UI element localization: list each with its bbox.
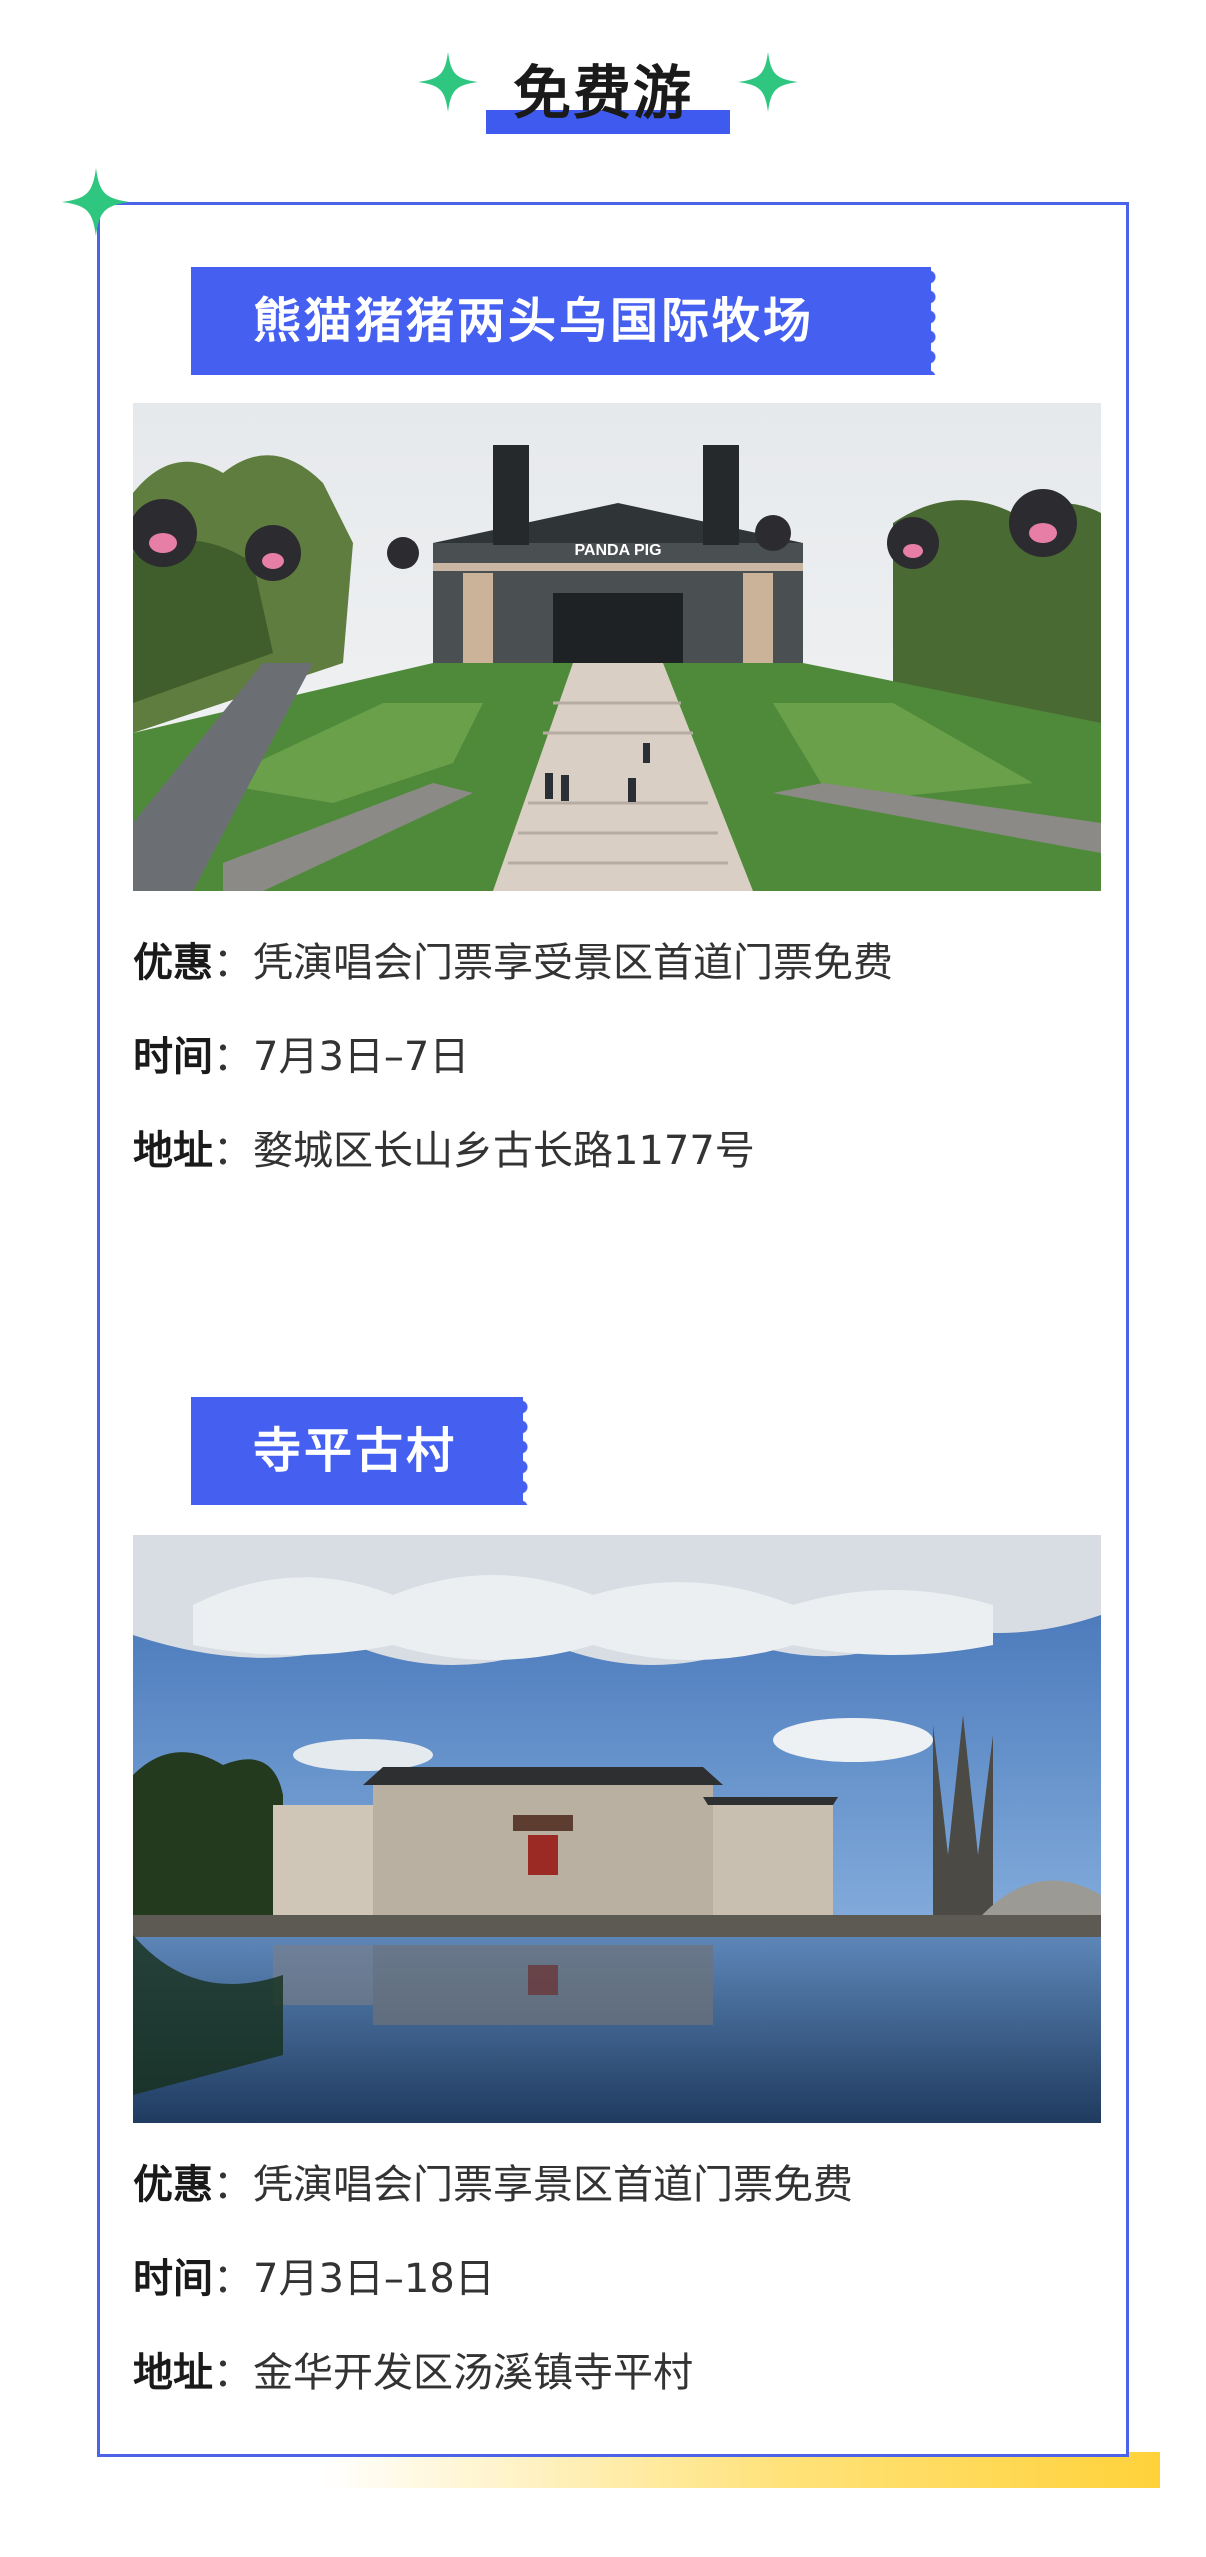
address-label: 地址 [133,1128,213,1174]
card-shadow [320,2452,1160,2488]
separator: ： [213,2350,253,2396]
time-label: 时间 [133,2256,213,2302]
address-value: 金华开发区汤溪镇寺平村 [253,2350,693,2396]
time-row: 时间：7月3日–18日 [133,2249,495,2309]
sparkle-icon [62,168,130,236]
time-value: 7月3日–7日 [253,1034,470,1080]
separator: ： [213,940,253,986]
page-title: 免费游 [512,59,693,127]
section-title-banner: 寺平古村 [191,1397,537,1505]
address-value: 婺城区长山乡古长路1177号 [253,1128,755,1174]
offer-label: 优惠 [133,940,213,986]
time-row: 时间：7月3日–7日 [133,1027,469,1087]
time-value: 7月3日–18日 [253,2256,495,2302]
offer-label: 优惠 [133,2162,213,2208]
section-title-banner: 熊猫猪猪两头乌国际牧场 [191,267,945,375]
separator: ： [213,2256,253,2302]
separator: ： [213,1128,253,1174]
photo-sign-text: PANDA PIG [574,542,661,559]
attraction-photo [133,1535,1101,2123]
offer-value: 凭演唱会门票享受景区首道门票免费 [253,940,893,986]
address-label: 地址 [133,2350,213,2396]
time-label: 时间 [133,1034,213,1080]
offer-row: 优惠：凭演唱会门票享受景区首道门票免费 [133,933,893,993]
attraction-photo: PANDA PIG [133,403,1101,891]
address-row: 地址：婺城区长山乡古长路1177号 [133,1121,755,1181]
page-header: 免费游 [0,40,1206,150]
separator: ： [213,2162,253,2208]
separator: ： [213,1034,253,1080]
offer-row: 优惠：凭演唱会门票享景区首道门票免费 [133,2155,853,2215]
offer-value: 凭演唱会门票享景区首道门票免费 [253,2162,853,2208]
content-card: 熊猫猪猪两头乌国际牧场 PANDA PIG 优惠：凭演唱会门票享受景区首道门票免… [97,202,1129,2457]
address-row: 地址：金华开发区汤溪镇寺平村 [133,2343,693,2403]
